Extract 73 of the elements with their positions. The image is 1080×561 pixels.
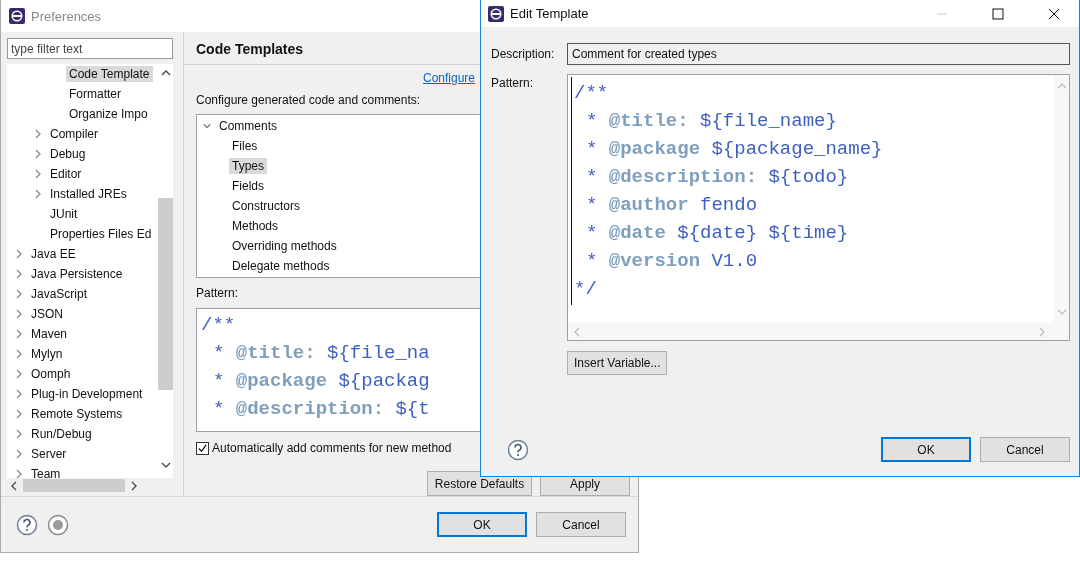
tree-item[interactable]: Comments [216, 118, 280, 134]
scroll-right-icon[interactable] [131, 480, 137, 491]
tree-item[interactable]: Remote Systems [28, 406, 126, 422]
configure-link[interactable]: Configure [423, 71, 476, 85]
chevron-right-icon[interactable] [15, 369, 23, 379]
tree-item[interactable]: Java Persistence [28, 266, 126, 282]
chevron-right-icon[interactable] [15, 449, 23, 459]
dialog-button[interactable]: Cancel [536, 512, 626, 537]
tree-item[interactable]: Delegate methods [229, 258, 333, 274]
tree-item[interactable]: Files [229, 138, 261, 154]
chevron-right-icon[interactable] [15, 429, 23, 439]
tree-item[interactable]: Plug-in Development [28, 386, 146, 402]
tree-item[interactable]: JSON [28, 306, 66, 322]
chevron-right-icon[interactable] [34, 129, 42, 139]
tree-item[interactable]: Installed JREs [47, 186, 130, 202]
tree-item[interactable]: Organize Impo [66, 106, 151, 122]
maximize-icon[interactable] [992, 7, 1004, 20]
chevron-right-icon[interactable] [34, 149, 42, 159]
scroll-left-icon[interactable] [11, 480, 17, 491]
chevron-right-icon[interactable] [15, 329, 23, 339]
dialog-button[interactable]: OK [437, 512, 527, 537]
tree-item[interactable]: Compiler [47, 126, 101, 142]
tree-item[interactable]: Editor [47, 166, 85, 182]
page-title: Code Templates [196, 41, 304, 57]
dialog-button[interactable]: Cancel [980, 437, 1070, 462]
tree-item[interactable]: Fields [229, 178, 267, 194]
tree-item[interactable]: Formatter [66, 86, 124, 102]
description-field[interactable]: Comment for created types [567, 43, 1070, 65]
description-label: Description: [491, 47, 556, 61]
window-title: Preferences [31, 8, 102, 24]
tree-item[interactable]: Maven [28, 326, 71, 342]
filter-field[interactable]: type filter text [7, 38, 173, 59]
help-icon[interactable] [16, 513, 38, 536]
tree-item[interactable]: Types [229, 158, 267, 174]
chevron-right-icon[interactable] [15, 289, 23, 299]
close-icon[interactable] [1048, 7, 1060, 20]
tree-item[interactable]: Methods [229, 218, 282, 234]
tree-item[interactable]: Server [28, 446, 70, 462]
tree-item[interactable]: JavaScript [28, 286, 91, 302]
pattern-label: Pattern: [491, 75, 535, 90]
tree-item[interactable]: Properties Files Ed [47, 226, 155, 242]
chevron-right-icon[interactable] [15, 309, 23, 319]
record-icon[interactable] [47, 513, 69, 536]
pattern-label: Pattern: [196, 286, 239, 300]
chevron-down-icon[interactable] [203, 122, 211, 130]
tree-item[interactable]: Mylyn [28, 346, 66, 362]
chevron-right-icon[interactable] [34, 169, 42, 179]
tree-item[interactable]: Oomph [28, 366, 74, 382]
chevron-right-icon[interactable] [15, 389, 23, 399]
tree-item[interactable]: Java EE [28, 246, 79, 262]
help-icon[interactable] [507, 438, 529, 461]
tree-item[interactable]: Run/Debug [28, 426, 95, 442]
scroll-down-icon[interactable] [160, 462, 171, 468]
section-label: Configure generated code and comments: [196, 93, 421, 107]
tree-item[interactable]: JUnit [47, 206, 81, 222]
chevron-right-icon[interactable] [15, 249, 23, 259]
eclipse-icon [488, 5, 504, 22]
chevron-right-icon[interactable] [34, 189, 42, 199]
eclipse-icon [9, 8, 25, 24]
dialog-title: Edit Template [510, 6, 589, 21]
scroll-up-icon[interactable] [160, 70, 171, 76]
tree-item[interactable]: Constructors [229, 198, 304, 214]
checkbox-label: Automatically add comments for new method [212, 441, 452, 455]
dialog-button[interactable]: OK [881, 437, 971, 462]
tree-item[interactable]: Overriding methods [229, 238, 340, 254]
chevron-right-icon[interactable] [15, 349, 23, 359]
tree-item[interactable]: Debug [47, 146, 89, 162]
tree-item[interactable]: Team [28, 466, 64, 478]
chevron-right-icon[interactable] [15, 409, 23, 419]
insert-variable-button[interactable]: Insert Variable... [567, 351, 668, 375]
tree-item[interactable]: Code Template [66, 66, 153, 82]
checkbox[interactable] [196, 441, 209, 455]
chevron-right-icon[interactable] [15, 269, 23, 279]
